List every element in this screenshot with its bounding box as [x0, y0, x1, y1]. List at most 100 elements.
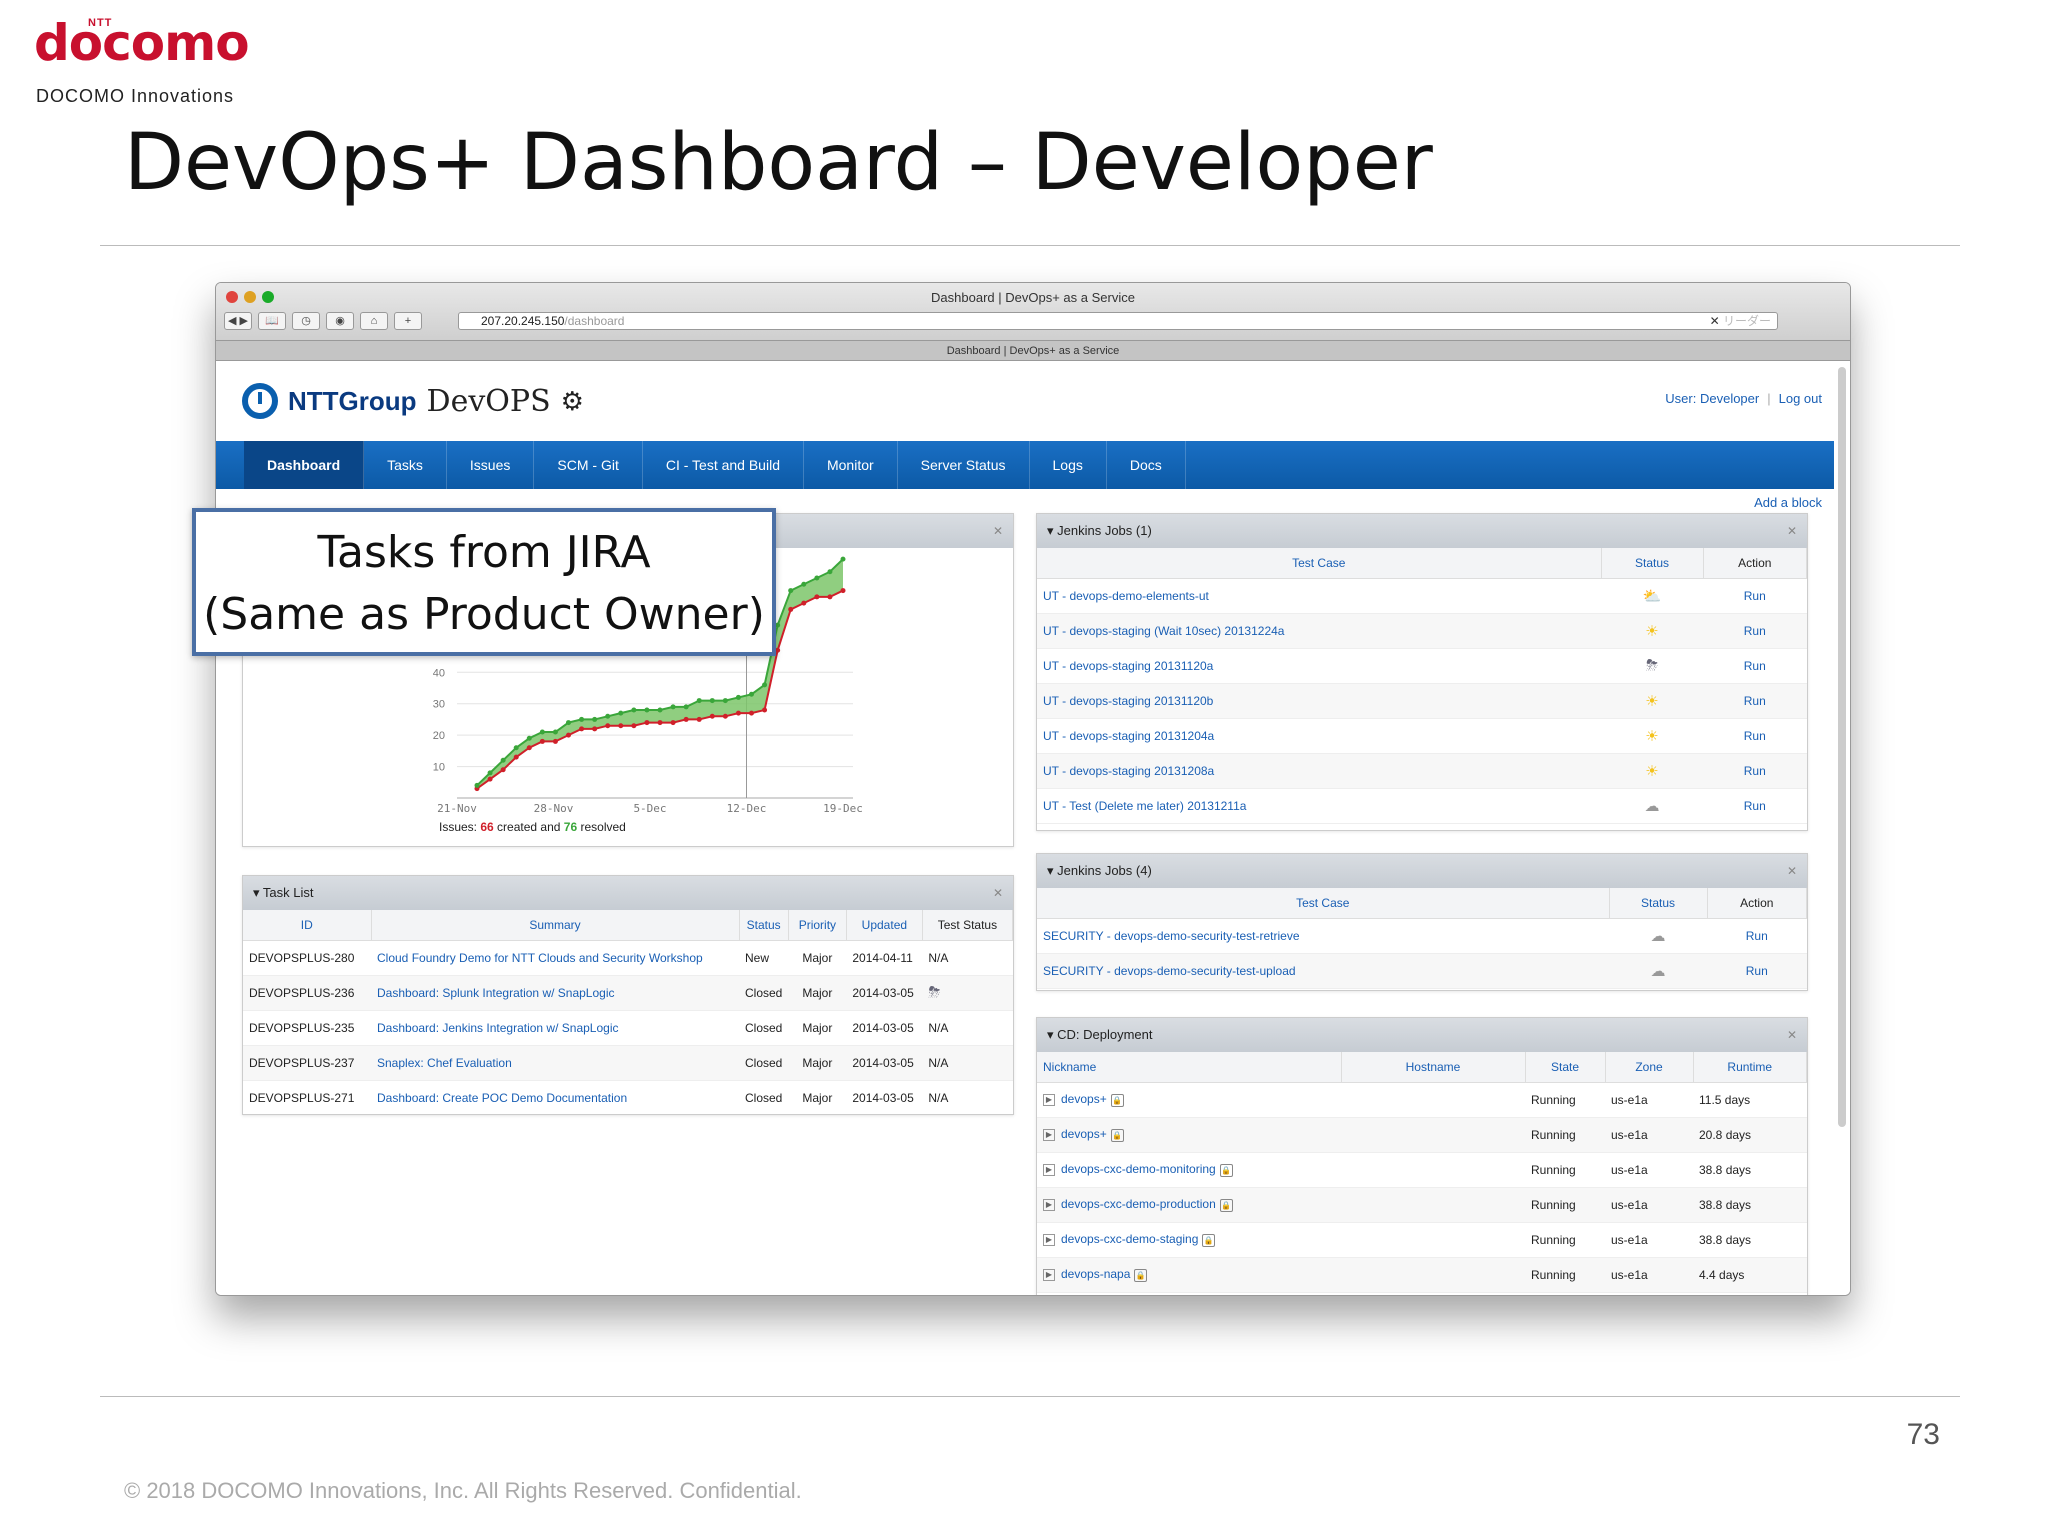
page-scrollbar[interactable]	[1838, 367, 1846, 1127]
table-row[interactable]: UT - devops-staging 20131120b ☀ Run	[1037, 683, 1807, 719]
job-name-link[interactable]: UT - devops-staging 20131120b	[1037, 683, 1601, 719]
col-state[interactable]: State	[1525, 1052, 1606, 1083]
table-row[interactable]: ▶ devops-cxc-demo-monitoring 🔒 Running us-e1…	[1037, 1152, 1807, 1188]
table-row[interactable]: UT - devops-staging 20131208a ☀ Run	[1037, 753, 1807, 789]
task-list-title[interactable]: ▾ Task List	[253, 885, 313, 900]
expand-icon[interactable]: ▶	[1043, 1094, 1055, 1107]
run-button[interactable]: Run	[1703, 718, 1807, 754]
col-status[interactable]: Status	[739, 910, 789, 941]
task-summary-link[interactable]: Dashboard: Jenkins Integration w/ SnapLo…	[371, 1010, 739, 1046]
table-row[interactable]: SECURITY - devops-demo-security-test-upl…	[1037, 953, 1807, 989]
job-name-link[interactable]: UT - devops-staging 20131120a	[1037, 648, 1601, 684]
nav-ci[interactable]: CI - Test and Build	[643, 441, 804, 489]
expand-icon[interactable]: ▶	[1043, 1234, 1055, 1247]
table-row[interactable]: UT - Test (Delete me later) 20131211a ☁ Ru…	[1037, 788, 1807, 824]
table-row[interactable]: UT - devops-staging (Wait 10sec) 2013122…	[1037, 613, 1807, 649]
close-icon[interactable]: ✕	[1787, 854, 1797, 888]
job-name-link[interactable]: UT - devops-staging 20131204a	[1037, 718, 1601, 754]
col-updated[interactable]: Updated	[846, 910, 923, 941]
task-summary-link[interactable]: Cloud Foundry Demo for NTT Clouds and Se…	[371, 940, 739, 976]
run-button[interactable]: Run	[1703, 613, 1807, 649]
col-test-case[interactable]: Test Case	[1037, 548, 1602, 579]
share-icon[interactable]: ◉	[326, 312, 354, 330]
expand-icon[interactable]: ▶	[1043, 1199, 1055, 1212]
run-button[interactable]: Run	[1703, 788, 1807, 824]
add-block-link[interactable]: Add a block	[1754, 495, 1822, 510]
col-status[interactable]: Status	[1601, 548, 1704, 579]
col-summary[interactable]: Summary	[371, 910, 740, 941]
run-button[interactable]: Run	[1703, 578, 1807, 614]
table-row[interactable]: UT - devops-demo-elements-ut ⛅ Run	[1037, 578, 1807, 614]
nav-logs[interactable]: Logs	[1030, 441, 1107, 489]
col-test-case[interactable]: Test Case	[1037, 888, 1610, 919]
task-summary-link[interactable]: Dashboard: Create POC Demo Documentation	[371, 1080, 739, 1116]
col-zone[interactable]: Zone	[1605, 1052, 1694, 1083]
logout-link[interactable]: Log out	[1779, 391, 1822, 406]
add-bookmark-icon[interactable]: +	[394, 312, 422, 330]
nickname-link[interactable]: devops-cxc-demo-production	[1061, 1197, 1216, 1211]
nickname-link[interactable]: devops-cxc-demo-monitoring	[1061, 1162, 1216, 1176]
expand-icon[interactable]: ▶	[1043, 1129, 1055, 1142]
job-name-link[interactable]: UT - devops-staging (Wait 10sec) 2013122…	[1037, 613, 1601, 649]
nav-server-status[interactable]: Server Status	[898, 441, 1030, 489]
run-button[interactable]: Run	[1707, 953, 1807, 989]
col-priority[interactable]: Priority	[788, 910, 847, 941]
expand-icon[interactable]: ▶	[1043, 1164, 1055, 1177]
job-name-link[interactable]: UT - Test (Delete me later) 20131211a	[1037, 788, 1601, 824]
table-row[interactable]: UT - devops-staging 20131120a ⛈ Run	[1037, 648, 1807, 684]
tab-title[interactable]: Dashboard | DevOps+ as a Service	[947, 345, 1120, 357]
close-icon[interactable]: ✕	[993, 876, 1003, 910]
col-id[interactable]: ID	[243, 910, 372, 941]
col-runtime[interactable]: Runtime	[1693, 1052, 1807, 1083]
nickname-link[interactable]: devops-napa	[1061, 1267, 1130, 1281]
jenkins-1-title[interactable]: ▾ Jenkins Jobs (1)	[1047, 523, 1152, 538]
table-row[interactable]: ▶ devops-napa 🔒 Running us-e1a 4.4 days	[1037, 1257, 1807, 1293]
nickname-link[interactable]: devops+	[1061, 1127, 1107, 1141]
nav-scm-git[interactable]: SCM - Git	[534, 441, 643, 489]
close-icon[interactable]: ✕	[1787, 514, 1797, 548]
history-icon[interactable]: ◷	[292, 312, 320, 330]
jenkins-4-title[interactable]: ▾ Jenkins Jobs (4)	[1047, 863, 1152, 878]
job-name-link[interactable]: SECURITY - devops-demo-security-test-upl…	[1037, 953, 1609, 989]
table-row[interactable]: ▶ devops+ 🔒 Running us-e1a 20.8 days	[1037, 1117, 1807, 1153]
nav-issues[interactable]: Issues	[447, 441, 535, 489]
run-button[interactable]: Run	[1703, 753, 1807, 789]
deployment-title[interactable]: ▾ CD: Deployment	[1047, 1027, 1153, 1042]
bookmarks-icon[interactable]: 📖	[258, 312, 286, 330]
table-row[interactable]: DEVOPSPLUS-237 Snaplex: Chef Evaluation Cl…	[243, 1045, 1013, 1081]
table-row[interactable]: DEVOPSPLUS-271 Dashboard: Create POC Demo…	[243, 1080, 1013, 1116]
table-row[interactable]: DEVOPSPLUS-235 Dashboard: Jenkins Integra…	[243, 1010, 1013, 1046]
table-row[interactable]: ▶ devops-cxc-demo-staging 🔒 Running us-e1a 38…	[1037, 1222, 1807, 1258]
close-icon[interactable]: ✕	[1787, 1018, 1797, 1052]
close-icon[interactable]: ✕	[993, 514, 1003, 548]
col-status[interactable]: Status	[1609, 888, 1708, 919]
job-name-link[interactable]: UT - devops-staging 20131208a	[1037, 753, 1601, 789]
nickname-link[interactable]: devops+	[1061, 1092, 1107, 1106]
job-name-link[interactable]: UT - devops-demo-elements-ut	[1037, 578, 1601, 614]
run-button[interactable]: Run	[1703, 648, 1807, 684]
run-button[interactable]: Run	[1703, 683, 1807, 719]
table-row[interactable]: DEVOPSPLUS-280 Cloud Foundry Demo for NTT…	[243, 940, 1013, 976]
nav-monitor[interactable]: Monitor	[804, 441, 898, 489]
task-summary-link[interactable]: Dashboard: Splunk Integration w/ SnapLog…	[371, 975, 739, 1011]
col-nickname[interactable]: Nickname	[1037, 1052, 1342, 1083]
table-row[interactable]: UT - devops-staging 20131204a ☀ Run	[1037, 718, 1807, 754]
nav-dashboard[interactable]: Dashboard	[244, 441, 365, 489]
table-row[interactable]: ▶ devops+ 🔒 Running us-e1a 11.5 days	[1037, 1082, 1807, 1118]
table-row[interactable]: SECURITY - devops-demo-security-test-ret…	[1037, 918, 1807, 954]
col-hostname[interactable]: Hostname	[1341, 1052, 1526, 1083]
back-forward-buttons[interactable]: ◀ ▶	[224, 312, 252, 330]
table-row[interactable]: ▶ devops-cxc-demo-production 🔒 Running us-e1…	[1037, 1187, 1807, 1223]
user-link[interactable]: User: Developer	[1665, 391, 1759, 406]
job-name-link[interactable]: SECURITY - devops-demo-security-test-ret…	[1037, 918, 1609, 954]
task-summary-link[interactable]: Snaplex: Chef Evaluation	[371, 1045, 739, 1081]
clear-url-icon[interactable]: ✕ リーダー	[1710, 313, 1771, 329]
app-brand[interactable]: NTTGroup DevOPS ⚙	[242, 383, 584, 419]
run-button[interactable]: Run	[1707, 918, 1807, 954]
reader-button[interactable]: リーダー	[1723, 314, 1771, 328]
home-icon[interactable]: ⌂	[360, 312, 388, 330]
address-bar[interactable]: 207.20.245.150/dashboard ✕ リーダー	[458, 312, 1778, 330]
nav-docs[interactable]: Docs	[1107, 441, 1186, 489]
expand-icon[interactable]: ▶	[1043, 1269, 1055, 1282]
nav-tasks[interactable]: Tasks	[364, 441, 447, 489]
